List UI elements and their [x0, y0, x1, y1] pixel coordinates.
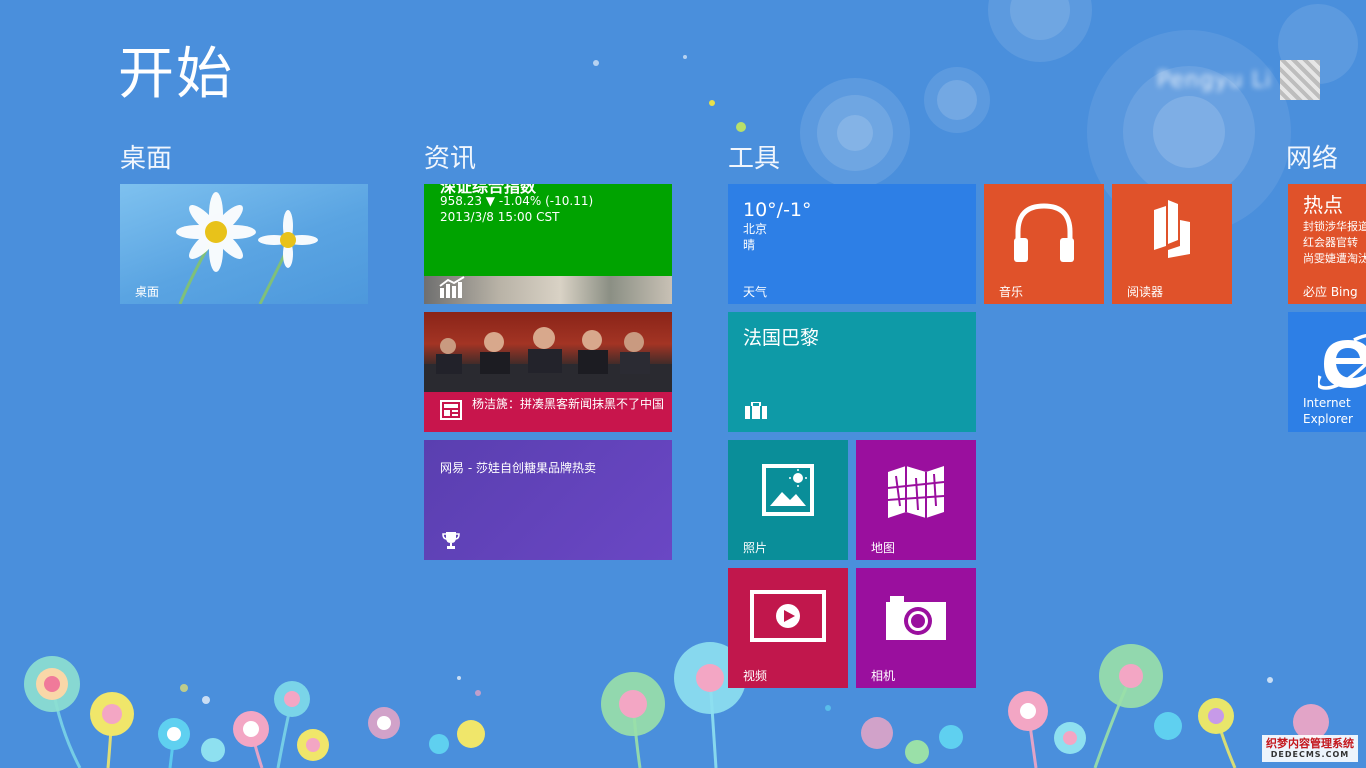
weather-city: 北京	[743, 222, 768, 236]
photos-tile[interactable]: 照片	[728, 440, 848, 560]
user-account[interactable]: Pengyu Li	[1157, 60, 1320, 100]
group-label-tools: 工具	[728, 144, 781, 174]
music-tile[interactable]: 音乐	[984, 184, 1104, 304]
bing-headline: 尚雯婕遭淘汰	[1303, 252, 1366, 265]
watermark-line1: 织梦内容管理系统	[1266, 737, 1354, 751]
bing-news-tile[interactable]: 热点 封锁涉华报道 红会器官转 尚雯婕遭淘汰 必应 Bing	[1288, 184, 1366, 304]
reader-tile-label: 阅读器	[1127, 284, 1164, 299]
weather-tile-label: 天气	[743, 284, 768, 299]
travel-tile[interactable]: 法国巴黎	[728, 312, 976, 432]
map-icon	[887, 466, 945, 518]
group-label-network: 网络	[1286, 144, 1339, 174]
ie-label-line1: Internet	[1303, 396, 1351, 410]
avatar	[1280, 60, 1320, 100]
video-tile-label: 视频	[743, 668, 768, 683]
finance-timestamp: 2013/3/8 15:00 CST	[440, 210, 560, 224]
desktop-tile-label: 桌面	[135, 284, 160, 299]
bing-headline: 封锁涉华报道	[1303, 220, 1366, 233]
user-name: Pengyu Li	[1156, 67, 1272, 93]
desktop-tile[interactable]: 桌面	[120, 184, 368, 304]
ie-label-line2: Explorer	[1303, 411, 1353, 426]
trophy-icon	[442, 532, 460, 549]
reader-tile[interactable]: 阅读器	[1112, 184, 1232, 304]
watermark-line2: DEDECMS.COM	[1270, 750, 1350, 760]
news-tile[interactable]: 杨洁篪：拼凑黑客新闻抹黑不了中国	[424, 312, 672, 432]
camera-tile[interactable]: 相机	[856, 568, 976, 688]
start-title: 开始	[118, 42, 234, 107]
games-tile[interactable]: 网易 - 莎娃自创糖果品牌热卖	[424, 440, 672, 560]
weather-condition: 晴	[743, 238, 756, 252]
bing-tile-label: 必应 Bing	[1303, 284, 1358, 299]
bing-headline: 红会器官转	[1303, 236, 1358, 249]
video-tile[interactable]: 视频	[728, 568, 848, 688]
group-label-news: 资讯	[424, 144, 477, 174]
finance-tile[interactable]: 深证综合指数 958.23 ▼ -1.04% (-10.11) 2013/3/8…	[424, 184, 672, 304]
background-decoration	[24, 0, 1358, 768]
news-headline: 杨洁篪：拼凑黑客新闻抹黑不了中国	[472, 397, 665, 411]
bing-hot-title: 热点	[1303, 193, 1343, 217]
weather-temperature: 10°/-1°	[743, 199, 812, 221]
internet-explorer-icon	[1318, 333, 1366, 390]
video-play-icon	[750, 590, 826, 642]
finance-quote: 958.23 ▼ -1.04% (-10.11)	[440, 194, 594, 208]
news-photo	[424, 312, 672, 392]
travel-destination: 法国巴黎	[743, 327, 820, 349]
reader-book-icon	[1154, 200, 1190, 258]
maps-tile[interactable]: 地图	[856, 440, 976, 560]
headphones-icon	[1014, 203, 1074, 262]
games-tile-text: 网易 - 莎娃自创糖果品牌热卖	[440, 461, 596, 475]
camera-icon	[886, 596, 946, 640]
maps-tile-label: 地图	[871, 540, 896, 555]
watermark: 织梦内容管理系统 DEDECMS.COM	[1262, 735, 1358, 762]
photos-icon	[762, 464, 814, 516]
camera-tile-label: 相机	[871, 668, 896, 683]
finance-chart-icon	[439, 276, 465, 298]
group-label-desktop: 桌面	[120, 144, 173, 174]
newspaper-icon	[440, 400, 462, 420]
music-tile-label: 音乐	[999, 284, 1024, 299]
internet-explorer-tile[interactable]: Internet Explorer	[1288, 312, 1366, 432]
suitcase-icon	[745, 402, 767, 419]
internet-explorer-label: Internet Explorer	[1303, 396, 1353, 427]
weather-tile[interactable]: 10°/-1° 北京 晴 天气	[728, 184, 976, 304]
photos-tile-label: 照片	[743, 540, 768, 555]
